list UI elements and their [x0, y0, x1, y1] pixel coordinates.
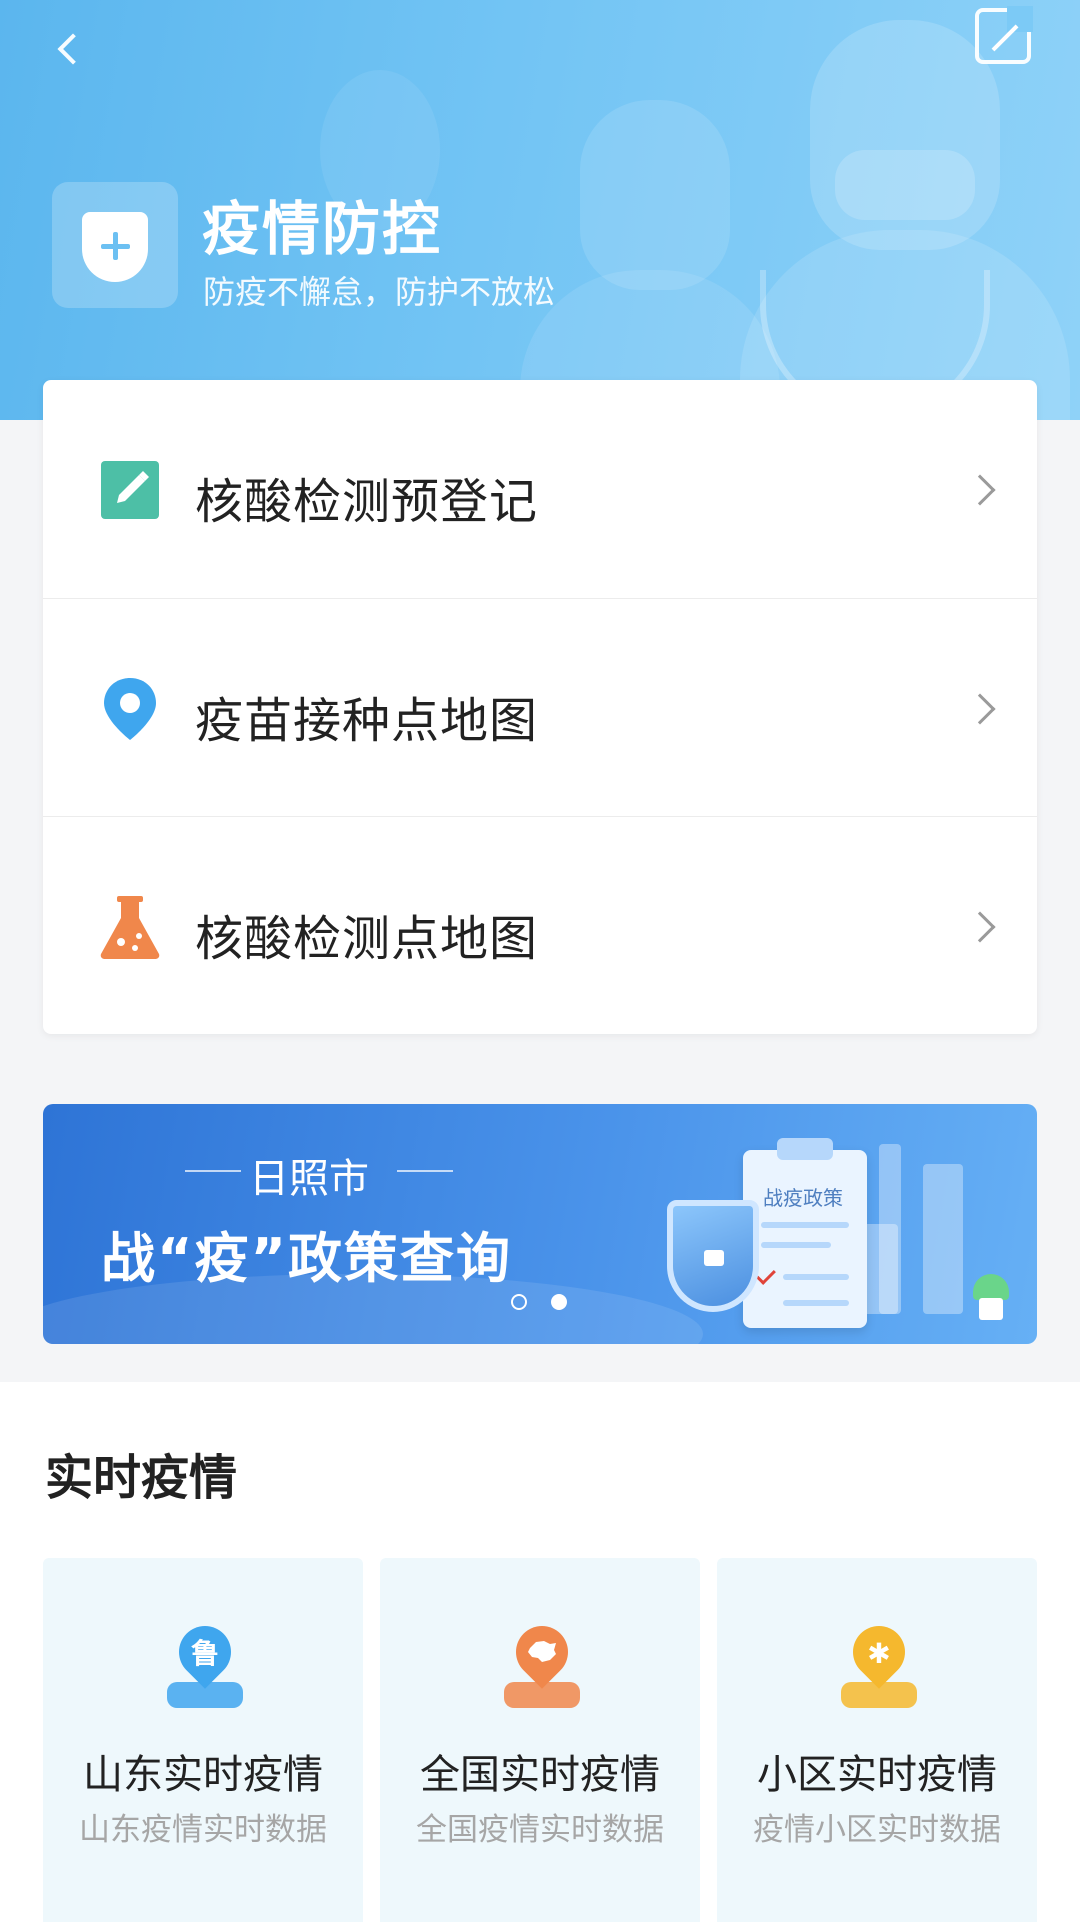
carousel-dot[interactable]	[511, 1294, 527, 1310]
service-menu-card: 核酸检测预登记 疫苗接种点地图 核酸检测点地图	[43, 380, 1037, 1034]
tile-subtitle: 全国疫情实时数据	[416, 1812, 664, 1848]
shandong-pin-icon: 鲁	[167, 1615, 243, 1718]
policy-clipboard-illustration: 战疫政策	[743, 1138, 867, 1328]
realtime-epidemic-section: 实时疫情 鲁 山东实时疫情 山东疫情实时数据 全国实时疫情 全国疫情实时数据 ✱…	[0, 1382, 1080, 1922]
menu-item-nucleic-test-registration[interactable]: 核酸检测预登记	[43, 380, 1037, 598]
face-mask-shape	[835, 150, 975, 220]
menu-item-label: 疫苗接种点地图	[195, 693, 539, 749]
app-logo	[52, 182, 178, 308]
menu-item-label: 核酸检测点地图	[195, 911, 539, 967]
menu-item-vaccine-map[interactable]: 疫苗接种点地图	[43, 598, 1037, 816]
section-title: 实时疫情	[45, 1450, 238, 1506]
policy-query-banner[interactable]: 日照市 战“疫”政策查询 战疫政策	[43, 1104, 1037, 1344]
clipboard-title: 战疫政策	[763, 1186, 843, 1210]
edit-icon	[101, 461, 159, 519]
checkmark-icon	[756, 1265, 776, 1285]
tile-title: 小区实时疫情	[757, 1752, 997, 1798]
chevron-right-icon	[964, 693, 996, 725]
banner-city: 日照市	[249, 1156, 369, 1202]
doctor-silhouette-2	[580, 100, 730, 290]
plant-pot-decoration	[979, 1298, 1003, 1320]
map-pin-icon	[104, 678, 156, 740]
chevron-right-icon	[964, 911, 996, 943]
back-button[interactable]	[40, 20, 100, 80]
banner-divider-left	[185, 1170, 241, 1172]
tile-subtitle: 山东疫情实时数据	[79, 1812, 327, 1848]
tile-subtitle: 疫情小区实时数据	[753, 1812, 1001, 1848]
share-button[interactable]	[975, 6, 1033, 64]
banner-title: 战“疫”政策查询	[101, 1227, 512, 1290]
tile-community-realtime[interactable]: ✱ 小区实时疫情 疫情小区实时数据	[717, 1558, 1037, 1922]
shield-plus-icon	[82, 212, 148, 282]
menu-item-label: 核酸检测预登记	[195, 474, 539, 530]
tile-national-realtime[interactable]: 全国实时疫情 全国疫情实时数据	[380, 1558, 700, 1922]
header-banner: 疫情防控 防疫不懈怠，防护不放松	[0, 0, 1080, 420]
shield-lock-icon	[667, 1200, 759, 1312]
virus-pin-icon: ✱	[841, 1615, 917, 1718]
flask-icon	[100, 896, 160, 959]
page-subtitle: 防疫不懈怠，防护不放松	[203, 273, 556, 311]
chevron-right-icon	[964, 474, 996, 506]
carousel-dot-active[interactable]	[551, 1294, 567, 1310]
page-title: 疫情防控	[202, 195, 443, 263]
chevron-left-icon	[57, 33, 89, 65]
lock-icon	[704, 1250, 724, 1266]
menu-item-test-site-map[interactable]: 核酸检测点地图	[43, 816, 1037, 1034]
tile-title: 全国实时疫情	[420, 1752, 660, 1798]
china-map-icon	[528, 1641, 556, 1662]
building-decoration	[923, 1164, 963, 1314]
china-map-pin-icon	[504, 1615, 580, 1718]
tile-title: 山东实时疫情	[83, 1752, 323, 1798]
share-icon	[991, 24, 1019, 52]
banner-divider-right	[397, 1170, 453, 1172]
tile-shandong-realtime[interactable]: 鲁 山东实时疫情 山东疫情实时数据	[43, 1558, 363, 1922]
plant-decoration	[973, 1274, 1009, 1300]
